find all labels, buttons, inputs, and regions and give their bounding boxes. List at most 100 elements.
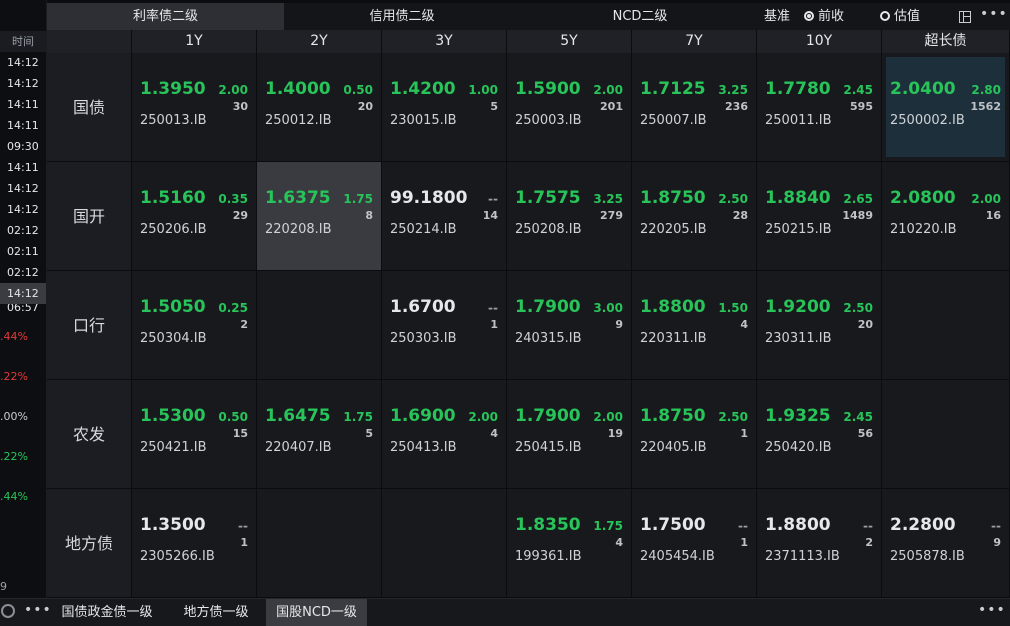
quote-cell[interactable] [382,489,507,598]
layout-icon[interactable] [959,11,971,23]
quote-cell[interactable]: 1.8750 2.50 1 220405.IB [632,380,757,489]
radio-icon[interactable] [804,11,814,21]
tab-rate-bond-secondary[interactable]: 利率债二级 [47,3,284,30]
quote-cell[interactable] [257,271,382,380]
pct-label: .00% [0,410,28,423]
basis-label: 基准 [764,9,791,24]
time-item[interactable]: 14:12 [0,283,46,304]
volume-value: 2.45 [843,410,873,424]
yield-value: 1.3950 [140,79,206,99]
time-item[interactable]: 02:12 [0,220,46,241]
tab-local-bond-primary[interactable]: 地方债一级 [172,599,260,626]
bond-code: 210220.IB [890,222,957,237]
trade-count: 1 [740,427,748,440]
time-item[interactable]: 14:12 [0,178,46,199]
volume-value: 1.00 [468,83,498,97]
yield-value: 1.7575 [515,188,581,208]
volume-value: 2.65 [843,192,873,206]
yield-value: 1.7900 [515,297,581,317]
tab-treasury-policy-primary[interactable]: 国债政金债一级 [48,599,166,626]
quote-cell[interactable]: 1.7500 -- 1 2405454.IB [632,489,757,598]
option-valuation[interactable]: 估值 [880,3,920,30]
radio-icon[interactable] [880,11,890,21]
quote-cell[interactable]: 1.5900 2.00 201 250003.IB [507,53,632,162]
time-item[interactable]: 14:11 [0,94,46,115]
time-item[interactable]: 02:11 [0,241,46,262]
quote-cell[interactable]: 1.7900 3.00 9 240315.IB [507,271,632,380]
quote-cell[interactable]: 1.9200 2.50 20 230311.IB [757,271,882,380]
quote-cell[interactable]: 99.1800 -- 14 250214.IB [382,162,507,271]
quote-cell[interactable]: 1.6475 1.75 5 220407.IB [257,380,382,489]
time-item[interactable]: 14:12 [0,52,46,73]
tab-credit-bond-secondary[interactable]: 信用债二级 [284,3,520,30]
quote-cell[interactable]: 1.7575 3.25 279 250208.IB [507,162,632,271]
quote-cell[interactable]: 1.7125 3.25 236 250007.IB [632,53,757,162]
quote-cell[interactable]: 1.5160 0.35 29 250206.IB [132,162,257,271]
gear-icon[interactable] [1,604,15,618]
quote-cell[interactable]: 1.8350 1.75 4 199361.IB [507,489,632,598]
quote-cell[interactable]: 1.6375 1.75 8 220208.IB [257,162,382,271]
pct-label: .22% [0,370,28,383]
quote-cell[interactable]: 1.7900 2.00 19 250415.IB [507,380,632,489]
trade-count: 28 [732,209,748,222]
time-column-header: 时间 [0,31,46,52]
bond-code: 2500002.IB [890,113,965,128]
quote-cell[interactable]: 1.6900 2.00 4 250413.IB [382,380,507,489]
quote-cell[interactable] [882,380,1010,489]
trade-count: 20 [857,318,873,331]
volume-value: 2.45 [843,83,873,97]
quote-cell[interactable]: 1.4000 0.50 20 250012.IB [257,53,382,162]
bond-code: 250413.IB [390,440,457,455]
trade-count: 20 [357,100,373,113]
quote-cell[interactable]: 1.5300 0.50 15 250421.IB [132,380,257,489]
quote-cell[interactable]: 1.8800 1.50 4 220311.IB [632,271,757,380]
quote-cell[interactable]: 1.8840 2.65 1489 250215.IB [757,162,882,271]
quote-cell[interactable]: 2.2800 -- 9 2505878.IB [882,489,1010,598]
quote-cell[interactable]: 1.8750 2.50 28 220205.IB [632,162,757,271]
quote-cell[interactable]: 1.8800 -- 2 2371113.IB [757,489,882,598]
quote-cell[interactable]: 2.0800 2.00 16 210220.IB [882,162,1010,271]
volume-value: 3.00 [593,301,623,315]
time-item[interactable]: 14:11 [0,115,46,136]
quote-cell[interactable]: 1.3500 -- 1 2305266.IB [132,489,257,598]
column-header: 7Y [632,30,757,53]
volume-value: 0.50 [343,83,373,97]
trade-count: 236 [725,100,748,113]
time-item[interactable]: 14:12 [0,199,46,220]
trade-count: 14 [482,209,498,222]
quote-cell[interactable] [257,489,382,598]
more-options-icon[interactable]: ••• [980,6,1008,22]
trade-count: 30 [232,100,248,113]
trade-count: 16 [985,209,1001,222]
bond-code: 250208.IB [515,222,582,237]
bond-code: 250012.IB [265,113,332,128]
time-item[interactable]: 14:12 [0,73,46,94]
quote-cell[interactable]: 1.6700 -- 1 250303.IB [382,271,507,380]
quote-cell[interactable]: 1.4200 1.00 5 230015.IB [382,53,507,162]
time-item[interactable]: 09:30 [0,136,46,157]
quote-cell[interactable] [882,271,1010,380]
quote-cell[interactable]: 2.0400 2.80 1562 2500002.IB [882,53,1010,162]
right-more-icon[interactable]: ••• [978,602,1006,618]
pct-label: .22% [0,450,28,463]
column-header: 3Y [382,30,507,53]
time-item[interactable]: 06:57 [0,304,46,312]
volume-value: 3.25 [718,83,748,97]
tab-ncd-secondary[interactable]: NCD二级 [520,3,760,30]
volume-value: 0.50 [218,410,248,424]
yield-value: 1.9200 [765,297,831,317]
yield-value: 1.7780 [765,79,831,99]
quote-cell[interactable]: 1.5050 0.25 2 250304.IB [132,271,257,380]
option-prev-close[interactable]: 前收 [804,3,844,30]
bond-code: 2305266.IB [140,549,215,564]
top-tab-bar: 利率债二级 信用债二级 NCD二级 基准 前收 估值 ••• [47,3,1010,30]
quote-cell[interactable]: 1.9325 2.45 56 250420.IB [757,380,882,489]
quote-cell[interactable]: 1.3950 2.00 30 250013.IB [132,53,257,162]
time-item[interactable]: 02:12 [0,262,46,283]
quote-cell[interactable]: 1.7780 2.45 595 250011.IB [757,53,882,162]
trade-count: 15 [232,427,248,440]
trade-count: 1489 [842,209,873,222]
tab-ncd-primary[interactable]: 国股NCD一级 [266,599,367,626]
trade-count: 595 [850,100,873,113]
time-item[interactable]: 14:11 [0,157,46,178]
